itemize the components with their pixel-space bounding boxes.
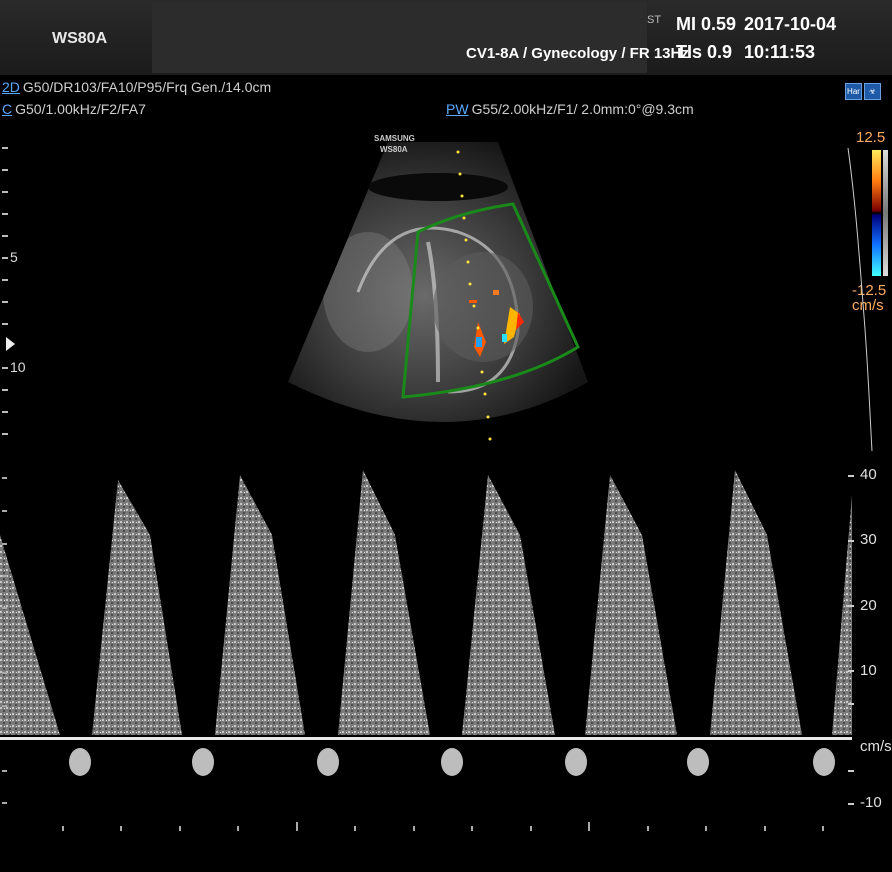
depth-tick	[2, 389, 8, 391]
mode-pw-values: G55/2.00kHz/F1/ 2.0mm:0°@9.3cm	[471, 101, 694, 117]
time-tick	[120, 826, 122, 831]
icon-group: Har ☣	[845, 81, 883, 100]
time-tick-major	[588, 822, 590, 831]
depth-tick	[2, 367, 8, 369]
mode-2d-values: G50/DR103/FA10/P95/Frq Gen./14.0cm	[22, 79, 272, 95]
time-tick	[647, 826, 649, 831]
time-tick	[413, 826, 415, 831]
time-tick-major	[296, 822, 298, 831]
depth-tick	[2, 301, 8, 303]
waveform-peak	[0, 535, 60, 735]
probe-logo-line1: SAMSUNG	[374, 134, 415, 143]
param-color: C G50/1.00kHz/F2/FA7	[2, 101, 146, 117]
depth-tick	[2, 147, 8, 149]
biohazard-icon[interactable]: ☣	[864, 83, 881, 100]
focus-marker[interactable]	[6, 337, 15, 351]
thermal-index: TIs 0.9	[676, 42, 733, 62]
depth-tick	[2, 235, 8, 237]
velocity-label-40: 40	[860, 466, 877, 483]
doppler-spectrum	[0, 470, 854, 805]
time-tick	[237, 826, 239, 831]
depth-tick	[2, 433, 8, 435]
waveform-peak	[338, 470, 430, 735]
header-corner-text: ST	[647, 14, 662, 26]
mode-pw-label[interactable]: PW	[446, 101, 469, 117]
depth-tick	[2, 279, 8, 281]
time-tick	[179, 826, 181, 831]
probe-preset: CV1-8A / Gynecology / FR 13Hz	[466, 45, 689, 62]
spectral-waveforms	[0, 470, 852, 735]
baseline-curve	[847, 147, 873, 452]
device-model: WS80A	[52, 30, 108, 47]
reverse-flow	[69, 748, 835, 776]
velocity-label-neg10: -10	[860, 794, 882, 811]
velocity-label-20: 20	[860, 597, 877, 614]
mode-2d-label[interactable]: 2D	[2, 79, 20, 95]
depth-tick	[2, 191, 8, 193]
mechanical-index: MI 0.59	[676, 14, 737, 34]
exam-time: 10:11:53	[744, 42, 816, 62]
probe-logo-line2: WS80A	[380, 145, 408, 154]
velocity-label-10: 10	[860, 662, 877, 679]
mode-c-label[interactable]: C	[2, 101, 12, 117]
color-velocity-bar-gray	[883, 150, 888, 276]
bmode-image: SAMSUNG WS80A	[288, 134, 588, 441]
time-tick	[530, 826, 532, 831]
depth-tick	[2, 169, 8, 171]
waveform-peak	[462, 475, 555, 735]
header-center-panel	[152, 2, 647, 73]
color-scale-max: 12.5	[856, 129, 886, 146]
time-tick	[764, 826, 766, 831]
header-bar: WS80A ST CV1-8A / Gynecology / FR 13Hz M…	[0, 0, 892, 75]
mode-c-values: G50/1.00kHz/F2/FA7	[15, 101, 146, 117]
velocity-ticks-left	[2, 477, 7, 804]
harmonic-icon[interactable]: Har	[845, 83, 862, 100]
waveform-peak	[710, 470, 802, 735]
depth-tick	[2, 323, 8, 325]
velocity-label-30: 30	[860, 531, 877, 548]
depth-label-10: 10	[10, 359, 26, 375]
waveform-peak	[585, 475, 677, 735]
waveform-peak	[832, 495, 852, 735]
depth-tick	[2, 213, 8, 215]
time-tick	[705, 826, 707, 831]
exam-date: 2017-10-04	[744, 14, 837, 34]
time-tick	[62, 826, 64, 831]
depth-tick	[2, 411, 8, 413]
waveform-peak	[215, 475, 305, 735]
param-2d: 2D G50/DR103/FA10/P95/Frq Gen./14.0cm	[2, 79, 271, 95]
time-tick	[822, 826, 824, 831]
depth-label-5: 5	[10, 249, 18, 265]
time-tick	[354, 826, 356, 831]
waveform-peak	[92, 480, 182, 735]
velocity-unit: cm/s	[860, 738, 892, 755]
param-pw: PW G55/2.00kHz/F1/ 2.0mm:0°@9.3cm	[446, 101, 694, 117]
depth-tick	[2, 257, 8, 259]
spectral-baseline[interactable]	[0, 737, 852, 740]
time-tick	[471, 826, 473, 831]
